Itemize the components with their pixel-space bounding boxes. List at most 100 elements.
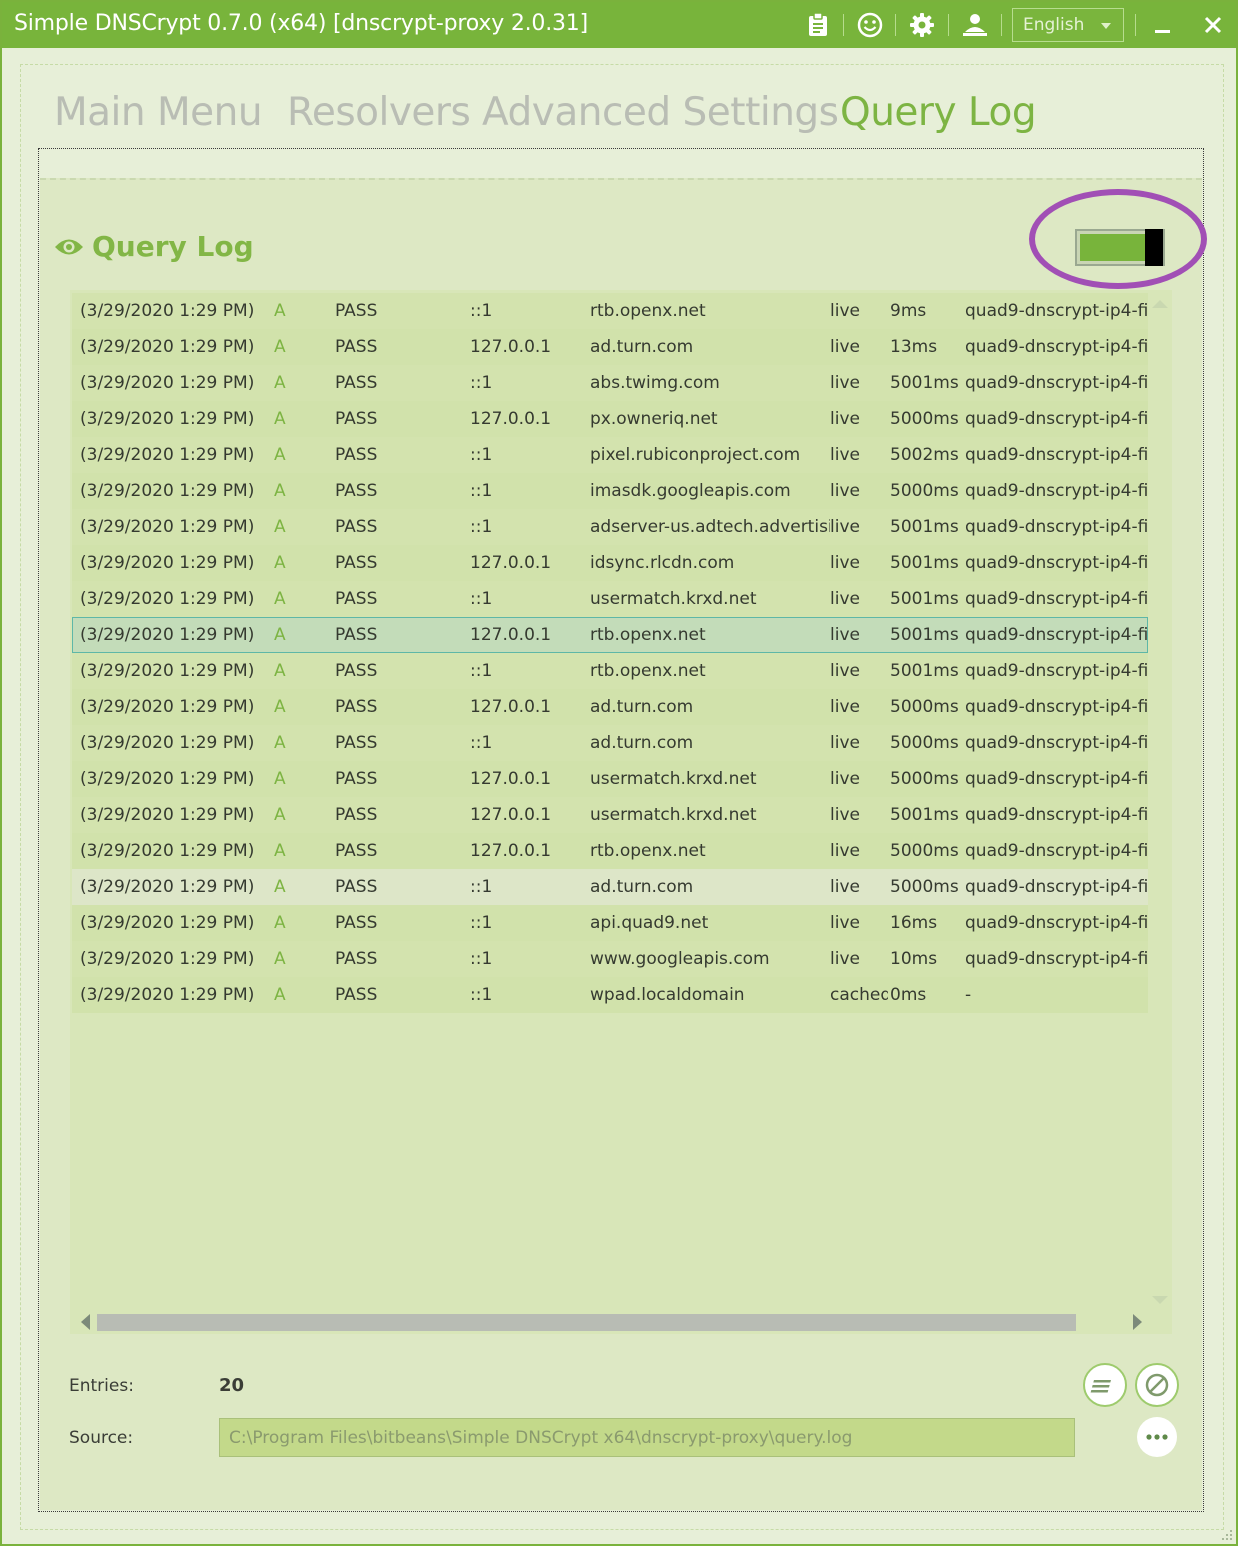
table-row[interactable]: (3/29/2020 1:29 PM) A PASS 127.0.0.1 rtb.ope… [72,617,1148,653]
clear-log-button[interactable] [1083,1363,1127,1407]
cell-date: (3/29/2020 1:29 PM) [80,805,255,825]
cell-duration: 5001ms [890,517,959,537]
cell-hostname: rtb.openx.net [590,661,706,681]
table-row[interactable]: (3/29/2020 1:29 PM) A PASS 127.0.0.1 ad.turn… [72,689,1148,725]
cell-client-ip: ::1 [470,949,493,969]
cell-client-ip: 127.0.0.1 [470,805,552,825]
resize-grip-icon[interactable] [1218,1526,1234,1542]
horizontal-scrollbar-thumb[interactable] [97,1314,1076,1331]
tab-main-menu[interactable]: Main Menu [54,90,263,135]
table-row[interactable]: (3/29/2020 1:29 PM) A PASS 127.0.0.1 usermat… [72,797,1148,833]
table-row[interactable]: (3/29/2020 1:29 PM) A PASS::1 imasdk.google… [72,473,1148,509]
cell-client-ip: ::1 [470,445,493,465]
table-row[interactable]: (3/29/2020 1:29 PM) A PASS::1 ad.turn.com li… [72,869,1148,905]
tab-query-log[interactable]: Query Log [840,90,1037,135]
scroll-left-arrow[interactable] [81,1314,90,1330]
cell-type: A [274,373,286,393]
tab-resolvers[interactable]: Resolvers [287,90,471,135]
table-row[interactable]: (3/29/2020 1:29 PM) A PASS::1 www.googleapi… [72,941,1148,977]
cell-status: PASS [335,877,378,897]
cell-date: (3/29/2020 1:29 PM) [80,553,255,573]
cell-date: (3/29/2020 1:29 PM) [80,517,255,537]
cell-server: quad9-dnscrypt-ip4-filt [965,625,1148,645]
query-log-grid[interactable]: (3/29/2020 1:29 PM) A PASS::1 rtb.openx.net… [70,290,1172,1334]
minimize-icon[interactable] [1150,12,1176,38]
highlight-ring [1029,189,1207,289]
cell-cache: live [830,949,860,969]
window-title: Simple DNSCrypt 0.7.0 (x64) [dnscrypt-pr… [14,11,588,36]
table-row[interactable]: (3/29/2020 1:29 PM) A PASS 127.0.0.1 usermat… [72,761,1148,797]
table-row[interactable]: (3/29/2020 1:29 PM) A PASS 127.0.0.1 rtb.ope… [72,833,1148,869]
scroll-up-arrow[interactable] [1152,300,1168,308]
cell-hostname: pixel.rubiconproject.com [590,445,801,465]
cell-date: (3/29/2020 1:29 PM) [80,445,255,465]
scroll-down-arrow[interactable] [1152,1296,1168,1304]
cell-client-ip: 127.0.0.1 [470,769,552,789]
cell-cache: cached [830,985,888,1005]
cell-hostname: ad.turn.com [590,697,694,717]
cell-hostname: usermatch.krxd.net [590,769,757,789]
cell-hostname: usermatch.krxd.net [590,805,757,825]
cell-duration: 5000ms [890,481,959,501]
cell-server: quad9-dnscrypt-ip4-filt [965,733,1148,753]
gear-icon[interactable] [909,12,935,38]
entries-value: 20 [219,1375,245,1396]
cell-duration: 16ms [890,913,938,933]
cell-client-ip: 127.0.0.1 [470,409,552,429]
cell-client-ip: 127.0.0.1 [470,625,552,645]
cell-client-ip: ::1 [470,877,493,897]
cell-cache: live [830,769,860,789]
table-row[interactable]: (3/29/2020 1:29 PM) A PASS::1 api.quad9.net… [72,905,1148,941]
clipboard-icon[interactable] [805,12,831,38]
table-row[interactable]: (3/29/2020 1:29 PM) A PASS::1 abs.twimg.com… [72,365,1148,401]
cell-cache: live [830,445,860,465]
cell-type: A [274,877,286,897]
cell-type: A [274,913,286,933]
table-row[interactable]: (3/29/2020 1:29 PM) A PASS::1 pixel.rubicon… [72,437,1148,473]
table-row[interactable]: (3/29/2020 1:29 PM) A PASS::1 rtb.openx.net… [72,293,1148,329]
cell-cache: live [830,841,860,861]
cell-date: (3/29/2020 1:29 PM) [80,985,255,1005]
cell-cache: live [830,733,860,753]
cell-hostname: ad.turn.com [590,337,694,357]
cell-date: (3/29/2020 1:29 PM) [80,769,255,789]
cell-hostname: abs.twimg.com [590,373,720,393]
title-bar[interactable]: Simple DNSCrypt 0.7.0 (x64) [dnscrypt-pr… [2,2,1236,48]
table-row[interactable]: (3/29/2020 1:29 PM) A PASS::1 wpad.localdom… [72,977,1148,1013]
close-icon[interactable] [1200,12,1226,38]
cell-date: (3/29/2020 1:29 PM) [80,949,255,969]
cell-duration: 5000ms [890,841,959,861]
browse-button[interactable] [1137,1417,1177,1457]
chevron-down-icon [1101,23,1111,29]
block-button[interactable] [1135,1363,1179,1407]
cell-hostname: rtb.openx.net [590,301,706,321]
tab-advanced-settings[interactable]: Advanced Settings [482,90,839,135]
person-icon[interactable] [962,12,988,38]
cell-status: PASS [335,805,378,825]
cell-date: (3/29/2020 1:29 PM) [80,589,255,609]
source-path-field[interactable]: C:\Program Files\bitbeans\Simple DNSCryp… [219,1418,1075,1457]
cell-cache: live [830,805,860,825]
smiley-icon[interactable] [857,12,883,38]
language-select[interactable]: English [1012,8,1124,42]
table-row[interactable]: (3/29/2020 1:29 PM) A PASS 127.0.0.1 idsync.… [72,545,1148,581]
cell-date: (3/29/2020 1:29 PM) [80,625,255,645]
eye-icon [55,239,83,255]
table-row[interactable]: (3/29/2020 1:29 PM) A PASS::1 adserver-us.a… [72,509,1148,545]
cell-server: quad9-dnscrypt-ip4-filt [965,841,1148,861]
scroll-right-arrow[interactable] [1133,1314,1142,1330]
panel-title-text: Query Log [92,230,254,263]
cell-type: A [274,949,286,969]
cell-status: PASS [335,625,378,645]
table-row[interactable]: (3/29/2020 1:29 PM) A PASS 127.0.0.1 ad.turn… [72,329,1148,365]
cell-client-ip: 127.0.0.1 [470,697,552,717]
table-row[interactable]: (3/29/2020 1:29 PM) A PASS 127.0.0.1 px.owne… [72,401,1148,437]
table-row[interactable]: (3/29/2020 1:29 PM) A PASS::1 ad.turn.com li… [72,725,1148,761]
cell-date: (3/29/2020 1:29 PM) [80,661,255,681]
titlebar-separator [1135,14,1136,36]
cell-duration: 5000ms [890,409,959,429]
cell-status: PASS [335,553,378,573]
table-row[interactable]: (3/29/2020 1:29 PM) A PASS::1 usermatch.krx… [72,581,1148,617]
table-row[interactable]: (3/29/2020 1:29 PM) A PASS::1 rtb.openx.net… [72,653,1148,689]
cell-type: A [274,553,286,573]
